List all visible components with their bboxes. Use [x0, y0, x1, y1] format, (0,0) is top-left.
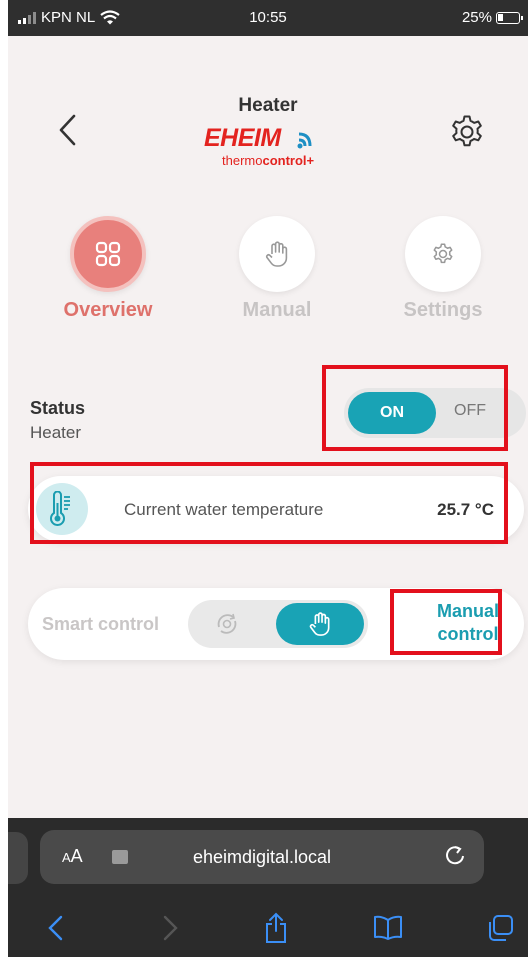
- chevron-left-icon: [48, 915, 63, 941]
- battery-icon: [496, 11, 523, 24]
- status-label: Status: [30, 398, 86, 418]
- previous-tab-edge[interactable]: [8, 832, 28, 884]
- logo-wordmark: EHEIM: [204, 124, 281, 152]
- tab-overview-circle: [70, 216, 146, 292]
- share-icon: [266, 912, 286, 943]
- phone-screen: KPN NL 10:55 25% Heater EHEIM thermocont…: [8, 0, 528, 957]
- browser-forward-button[interactable]: [150, 910, 190, 946]
- tab-settings-label: Settings: [403, 299, 483, 321]
- eheim-logo: EHEIM thermocontrol+: [204, 124, 334, 174]
- settings-gear-button[interactable]: [448, 113, 486, 151]
- url-text: eheimdigital.local: [192, 847, 332, 867]
- logo-subtitle: thermocontrol+: [222, 153, 315, 168]
- hand-icon: [309, 612, 330, 636]
- highlight-box-manual-control: [390, 589, 502, 655]
- tab-overview-label: Overview: [63, 299, 153, 321]
- tab-settings[interactable]: Settings: [368, 216, 518, 326]
- browser-nav-bar: [8, 902, 528, 957]
- status-bar: KPN NL 10:55 25%: [8, 0, 528, 36]
- battery-info: 25%: [461, 9, 523, 26]
- status-sublabel: Heater: [30, 423, 82, 442]
- smart-control-label: Smart control: [42, 614, 160, 634]
- manual-mode-option[interactable]: [276, 603, 364, 645]
- tabs-button[interactable]: [480, 910, 520, 946]
- battery-percent: 25%: [461, 9, 492, 26]
- gear-icon: [433, 243, 453, 264]
- auto-cycle-icon: [217, 613, 237, 634]
- share-button[interactable]: [256, 910, 296, 946]
- chevron-right-icon: [163, 915, 178, 941]
- tab-manual[interactable]: Manual: [202, 216, 352, 326]
- highlight-box-temperature: [30, 462, 508, 544]
- tab-settings-circle: [405, 216, 481, 292]
- tab-overview[interactable]: Overview: [33, 216, 183, 326]
- book-icon: [374, 915, 402, 940]
- browser-back-button[interactable]: [36, 910, 76, 946]
- highlight-box-toggle: [322, 365, 508, 451]
- grid-icon: [95, 241, 121, 267]
- clock: 10:55: [249, 9, 287, 26]
- wifi-waves-icon: [297, 132, 312, 149]
- reload-icon[interactable]: [442, 843, 470, 871]
- control-mode-toggle[interactable]: [188, 600, 368, 648]
- bookmarks-button[interactable]: [368, 910, 408, 946]
- tab-manual-label: Manual: [242, 299, 312, 321]
- browser-toolbar: AA eheimdigital.local: [8, 818, 528, 957]
- smart-mode-option[interactable]: [210, 608, 244, 640]
- chevron-left-icon: [59, 114, 76, 146]
- tabs-icon: [489, 915, 513, 941]
- gear-icon: [452, 115, 482, 147]
- address-bar[interactable]: AA eheimdigital.local: [40, 830, 484, 884]
- tab-manual-circle: [239, 216, 315, 292]
- hand-icon: [265, 241, 288, 267]
- back-button[interactable]: [54, 112, 82, 148]
